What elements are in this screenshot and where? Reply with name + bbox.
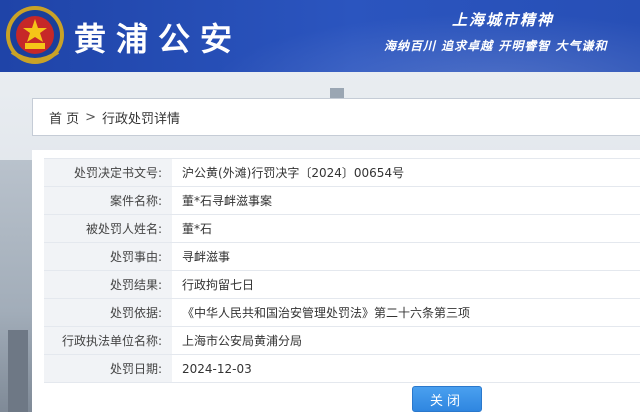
table-row: 案件名称: 董*石寻衅滋事案 (44, 186, 640, 215)
details-panel: 处罚决定书文号: 沪公黄(外滩)行罚决字〔2024〕00654号 案件名称: 董… (32, 150, 640, 412)
table-row: 行政执法单位名称: 上海市公安局黄浦分局 (44, 326, 640, 355)
field-value: 《中华人民共和国治安管理处罚法》第二十六条第三项 (172, 298, 640, 327)
field-label: 案件名称: (44, 186, 172, 215)
field-label: 处罚决定书文号: (44, 158, 172, 187)
field-value: 寻衅滋事 (172, 242, 640, 271)
table-row: 处罚日期: 2024-12-03 (44, 354, 640, 383)
close-button[interactable]: 关闭 (412, 386, 482, 412)
field-value: 董*石 (172, 214, 640, 243)
breadcrumb-separator: > (85, 109, 97, 125)
site-header: 黄浦公安 上海城市精神 海纳百川 追求卓越 开明睿智 大气谦和 (0, 0, 640, 72)
site-title: 黄浦公安 (74, 20, 243, 58)
police-emblem-icon (6, 6, 64, 64)
table-row: 处罚决定书文号: 沪公黄(外滩)行罚决字〔2024〕00654号 (44, 158, 640, 187)
field-label: 处罚事由: (44, 242, 172, 271)
field-label: 被处罚人姓名: (44, 214, 172, 243)
table-row: 被处罚人姓名: 董*石 (44, 214, 640, 243)
breadcrumb-home-link[interactable]: 首 页 (49, 108, 79, 127)
field-label: 行政执法单位名称: (44, 326, 172, 355)
slogan-line: 海纳百川 追求卓越 开明睿智 大气谦和 (384, 39, 608, 53)
field-label: 处罚结果: (44, 270, 172, 299)
field-label: 处罚依据: (44, 298, 172, 327)
table-row: 处罚事由: 寻衅滋事 (44, 242, 640, 271)
field-value: 上海市公安局黄浦分局 (172, 326, 640, 355)
field-value: 董*石寻衅滋事案 (172, 186, 640, 215)
background-building-base (8, 330, 28, 412)
field-value: 沪公黄(外滩)行罚决字〔2024〕00654号 (172, 158, 640, 187)
field-value: 2024-12-03 (172, 354, 640, 383)
field-label: 处罚日期: (44, 354, 172, 383)
table-row: 处罚结果: 行政拘留七日 (44, 270, 640, 299)
field-value: 行政拘留七日 (172, 270, 640, 299)
penalty-details-table: 处罚决定书文号: 沪公黄(外滩)行罚决字〔2024〕00654号 案件名称: 董… (44, 158, 640, 383)
breadcrumb-current: 行政处罚详情 (102, 111, 181, 127)
breadcrumb: 首 页 > 行政处罚详情 (32, 98, 640, 136)
table-row: 处罚依据: 《中华人民共和国治安管理处罚法》第二十六条第三项 (44, 298, 640, 327)
slogan-title: 上海城市精神 (452, 11, 555, 29)
